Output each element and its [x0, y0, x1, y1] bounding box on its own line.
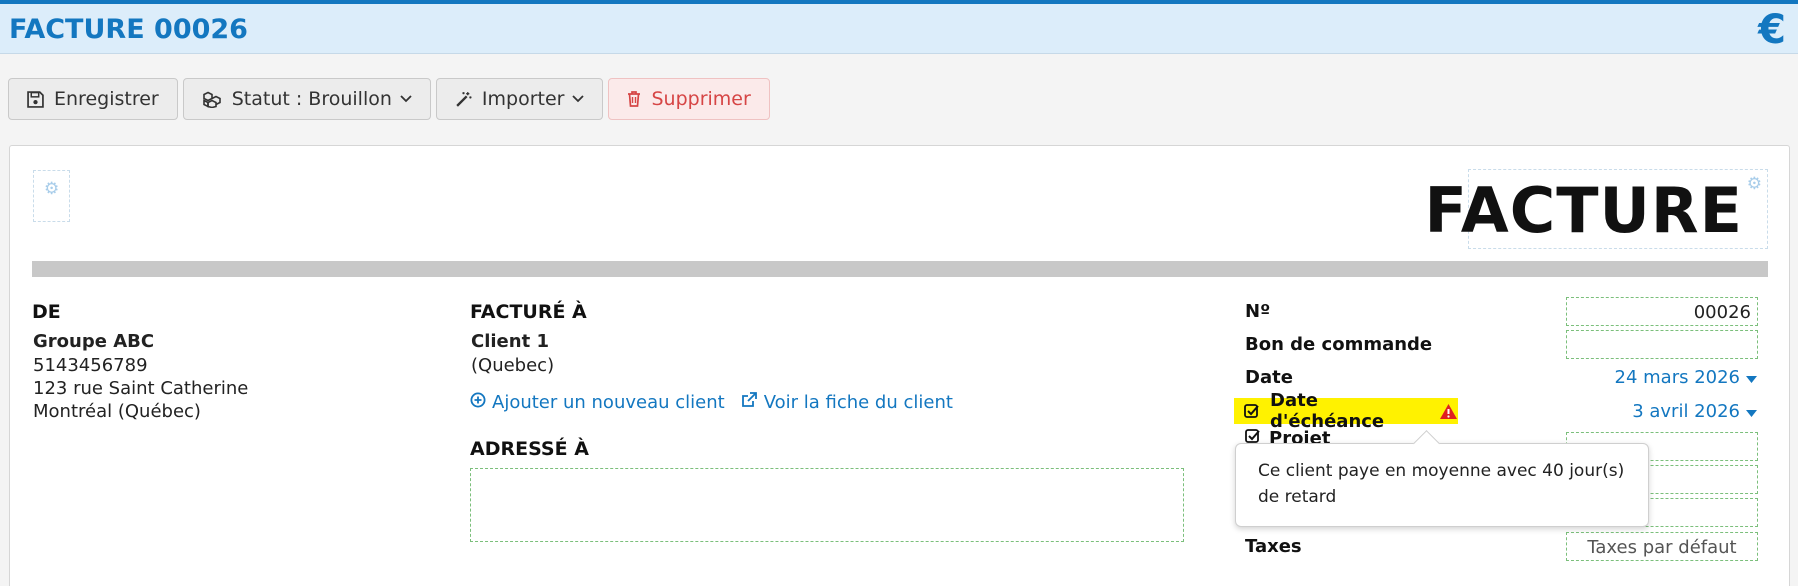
invoice-document: ⚙ FACTURE ⚙ DE Groupe ABC 5143456789 123…	[9, 145, 1790, 586]
euro-icon[interactable]: €	[1758, 7, 1786, 53]
divider-band	[32, 261, 1768, 277]
save-button-label: Enregistrer	[54, 88, 159, 110]
document-title-box[interactable]: FACTURE ⚙	[1425, 169, 1768, 249]
toolbar: Enregistrer Statut : Brouillon Importer …	[8, 78, 770, 120]
cubes-icon	[202, 91, 222, 108]
due-date-dropdown[interactable]: 3 avril 2026	[1632, 401, 1757, 422]
po-field[interactable]	[1566, 330, 1758, 359]
plus-circle-icon	[470, 392, 486, 413]
invoice-number-label: Nº	[1245, 301, 1271, 322]
checkbox-checked-icon[interactable]	[1244, 403, 1260, 419]
save-button[interactable]: Enregistrer	[8, 78, 178, 120]
caret-down-icon	[1746, 401, 1757, 422]
from-phone: 5143456789	[33, 355, 148, 376]
status-button-label: Statut : Brouillon	[231, 88, 392, 110]
from-street: 123 rue Saint Catherine	[33, 378, 249, 399]
page-title: FACTURE 00026	[9, 14, 248, 45]
delete-button-label: Supprimer	[651, 88, 751, 110]
gear-icon[interactable]: ⚙	[1747, 174, 1762, 194]
floppy-disk-icon	[27, 90, 44, 108]
top-bar: FACTURE 00026 €	[0, 0, 1798, 54]
late-payment-tooltip: Ce client paye en moyenne avec 40 jour(s…	[1235, 443, 1649, 527]
due-date-value: 3 avril 2026	[1632, 401, 1740, 422]
po-label: Bon de commande	[1245, 334, 1433, 355]
import-button-label: Importer	[481, 88, 565, 110]
from-name: Groupe ABC	[33, 331, 155, 352]
date-dropdown[interactable]: 24 mars 2026	[1614, 367, 1757, 388]
view-client-link[interactable]: Voir la fiche du client	[741, 392, 953, 413]
warning-icon[interactable]	[1439, 403, 1458, 420]
status-button[interactable]: Statut : Brouillon	[182, 78, 431, 120]
taxes-field[interactable]: Taxes par défaut	[1566, 532, 1758, 561]
import-button[interactable]: Importer	[435, 78, 604, 120]
trash-icon	[627, 91, 641, 107]
due-date-label: Date d'échéance	[1270, 390, 1385, 432]
chevron-down-icon	[400, 95, 412, 103]
add-client-link[interactable]: Ajouter un nouveau client	[470, 392, 725, 413]
due-date-row[interactable]: Date d'échéance	[1234, 390, 1458, 432]
chevron-down-icon	[572, 95, 585, 103]
add-client-label: Ajouter un nouveau client	[492, 392, 725, 413]
billed-to-heading: FACTURÉ À	[470, 301, 587, 323]
from-city: Montréal (Québec)	[33, 401, 201, 422]
client-links: Ajouter un nouveau client Voir la fiche …	[470, 392, 953, 413]
client-name: Client 1	[471, 331, 549, 352]
gear-icon[interactable]: ⚙	[44, 179, 59, 199]
invoice-number-field[interactable]: 00026	[1566, 297, 1758, 326]
client-region: (Quebec)	[471, 355, 555, 376]
logo-placeholder[interactable]: ⚙	[33, 170, 70, 222]
date-label: Date	[1245, 367, 1293, 388]
from-heading: DE	[32, 301, 61, 323]
ship-to-field[interactable]	[470, 468, 1184, 542]
external-link-icon	[741, 392, 758, 413]
document-title: FACTURE	[1424, 174, 1743, 247]
taxes-label: Taxes	[1245, 536, 1302, 557]
date-value: 24 mars 2026	[1614, 367, 1741, 388]
view-client-label: Voir la fiche du client	[763, 392, 953, 413]
delete-button[interactable]: Supprimer	[608, 78, 770, 120]
caret-down-icon	[1746, 367, 1757, 388]
ship-to-heading: ADRESSÉ À	[470, 438, 589, 460]
magic-wand-icon	[455, 91, 472, 108]
